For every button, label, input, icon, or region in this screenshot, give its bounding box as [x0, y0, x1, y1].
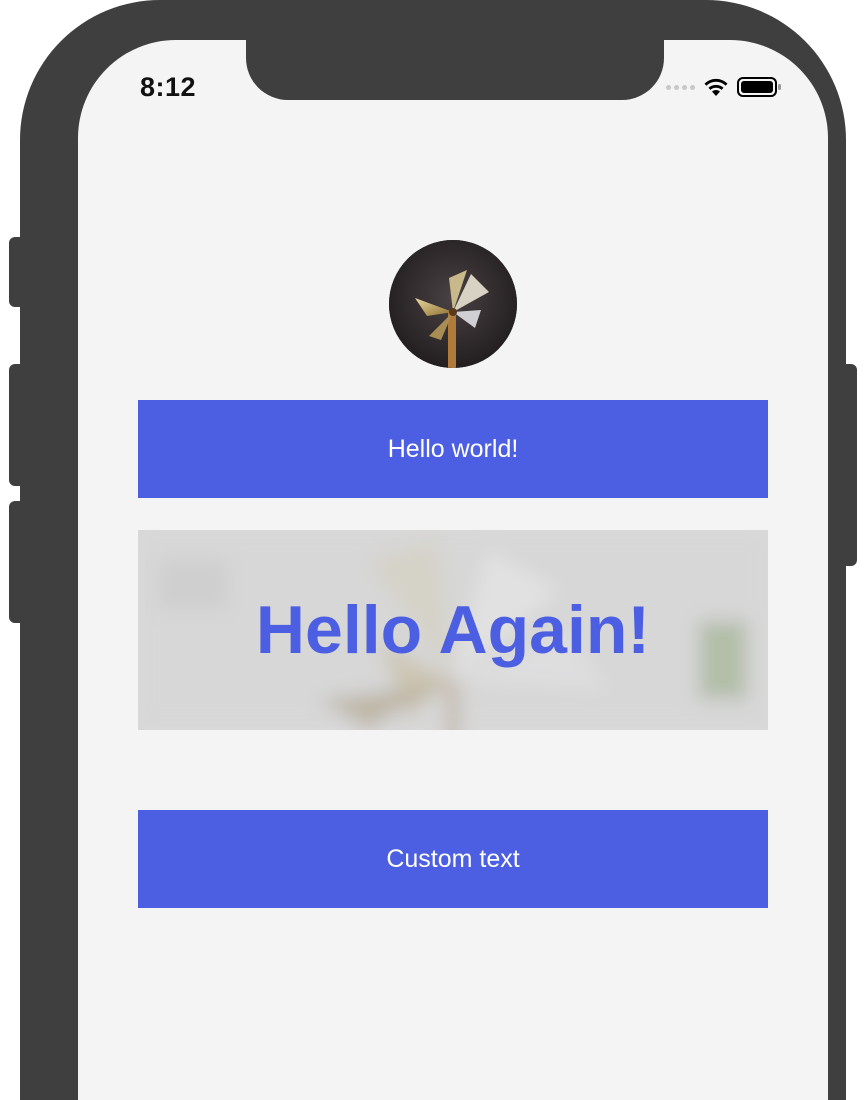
pinwheel-photo-icon: [389, 240, 517, 368]
custom-text-button[interactable]: Custom text: [138, 810, 768, 908]
device-frame: 8:12 Hello world! Hello Again! Custom te…: [20, 0, 846, 1100]
signal-icon: [666, 84, 695, 90]
phone-screen: 8:12 Hello world! Hello Again! Custom te…: [78, 40, 828, 1100]
hello-again-title: Hello Again!: [255, 592, 651, 668]
status-icons: [666, 74, 783, 100]
hello-again-banner: Hello Again!: [138, 530, 768, 730]
battery-icon: [737, 77, 781, 97]
wifi-icon: [704, 78, 728, 96]
avatar: [389, 240, 517, 368]
hello-world-button[interactable]: Hello world!: [138, 400, 768, 498]
notch: [246, 40, 664, 100]
status-time: 8:12: [140, 72, 197, 102]
